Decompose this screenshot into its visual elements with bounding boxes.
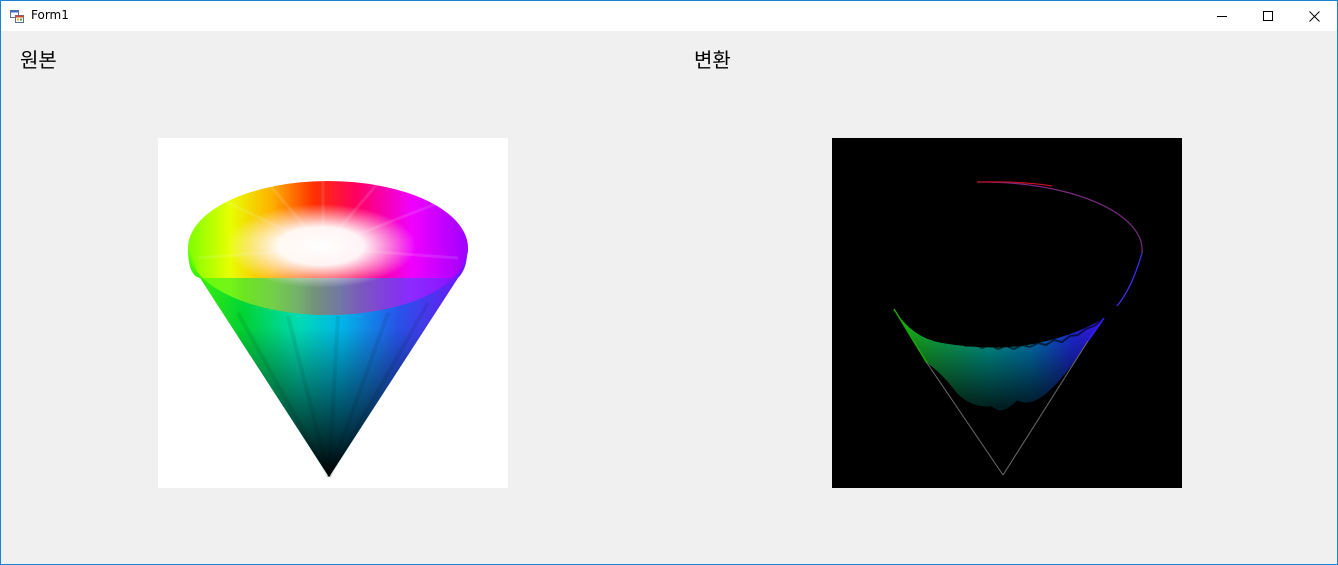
minimize-button[interactable] xyxy=(1199,1,1245,31)
title-bar[interactable]: Form1 xyxy=(1,1,1337,31)
close-button[interactable] xyxy=(1291,1,1337,31)
converted-label: 변환 xyxy=(694,48,731,72)
converted-cone-image xyxy=(893,181,1143,476)
maximize-icon xyxy=(1263,11,1273,21)
hsv-cone-image xyxy=(188,180,468,478)
converted-picturebox xyxy=(832,138,1182,488)
minimize-icon xyxy=(1217,16,1227,17)
close-icon xyxy=(1308,10,1320,22)
main-window: Form1 원본 변환 xyxy=(0,0,1338,565)
original-label: 원본 xyxy=(20,48,57,72)
maximize-button[interactable] xyxy=(1245,1,1291,31)
form-client-area: 원본 변환 xyxy=(1,31,1337,564)
original-picturebox xyxy=(158,138,508,488)
window-title: Form1 xyxy=(31,8,69,22)
app-icon xyxy=(10,10,24,23)
